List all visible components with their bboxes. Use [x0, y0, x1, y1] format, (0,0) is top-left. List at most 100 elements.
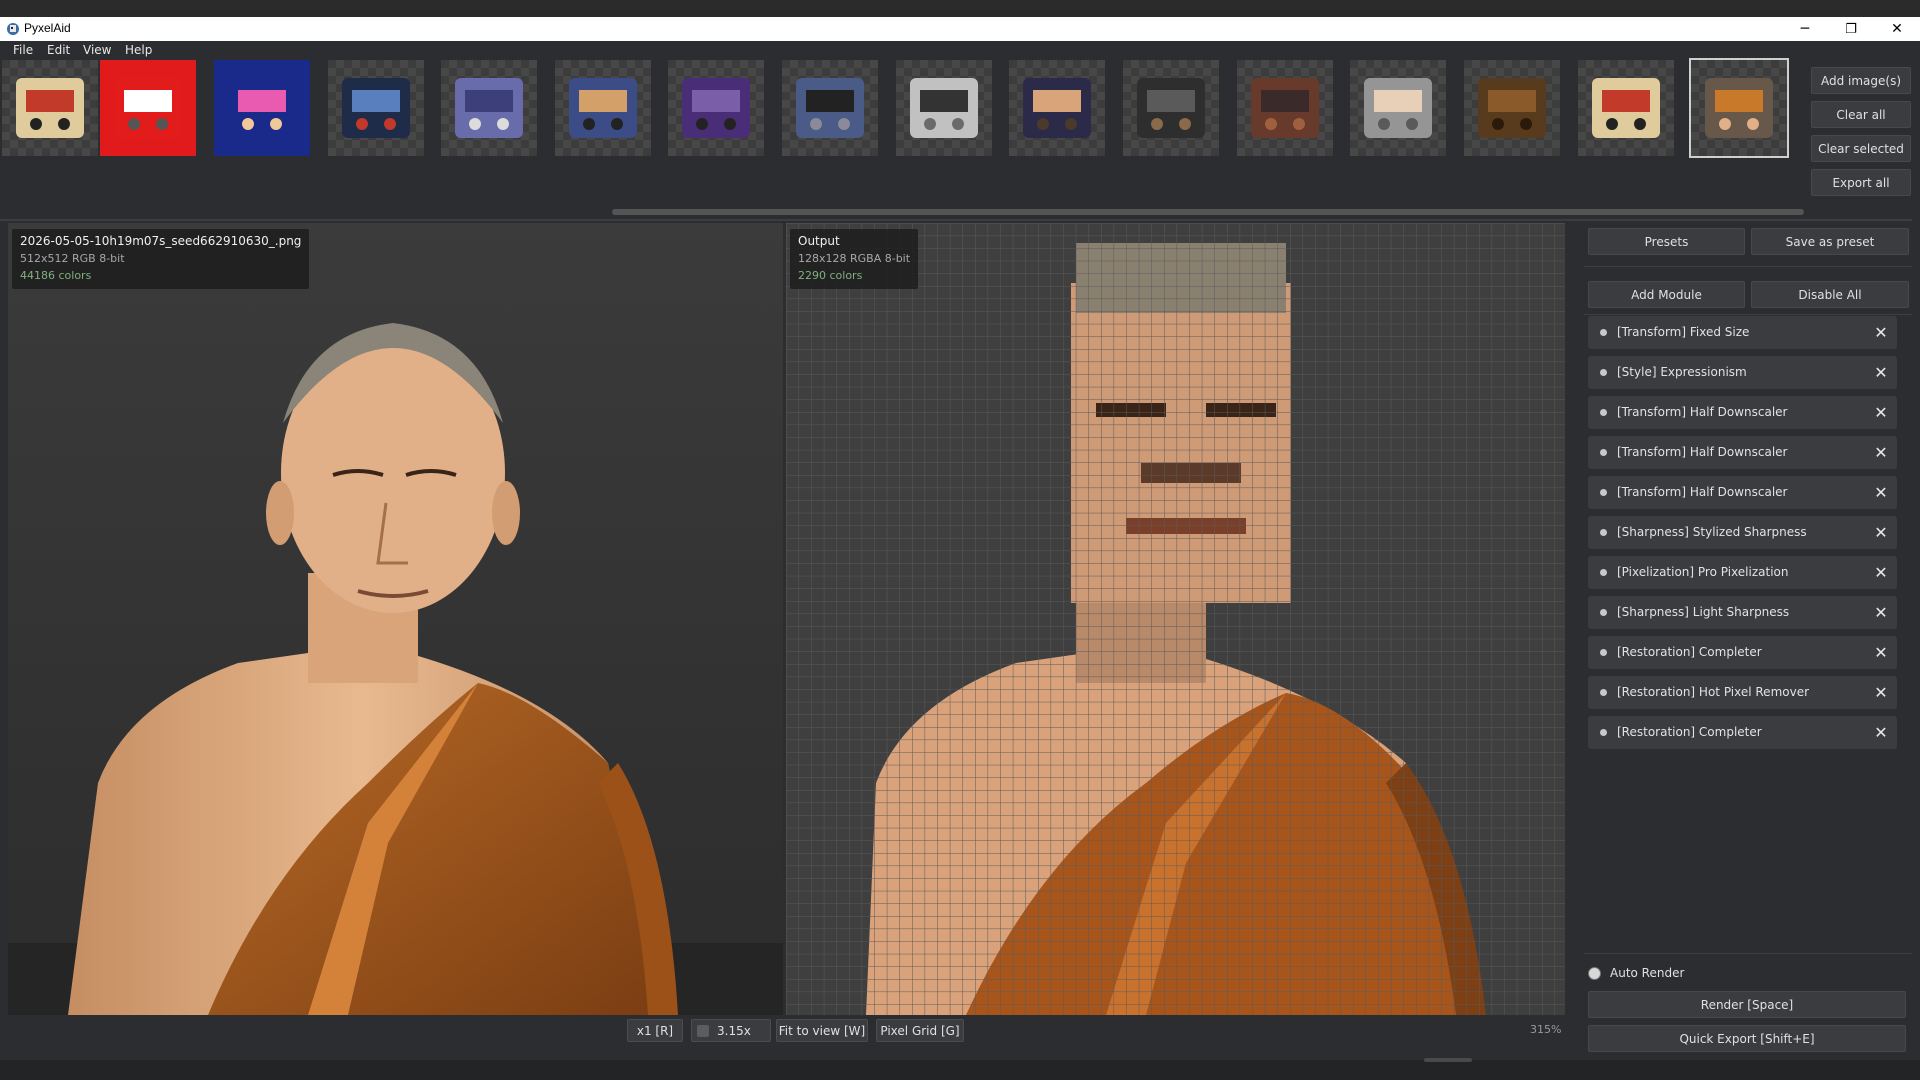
- thumbnail-art: [682, 78, 750, 138]
- fit-to-view-button[interactable]: Fit to view [W]: [776, 1019, 868, 1042]
- module-item[interactable]: [Restoration] Completer ✕: [1588, 636, 1897, 669]
- remove-module-icon[interactable]: ✕: [1871, 322, 1891, 342]
- thumbnail-art: [1705, 78, 1773, 138]
- module-enabled-dot-icon[interactable]: [1600, 489, 1607, 496]
- save-preset-button[interactable]: Save as preset: [1751, 228, 1909, 255]
- disable-all-button[interactable]: Disable All: [1751, 281, 1909, 308]
- thumbnail-storefront-building[interactable]: [1237, 60, 1333, 156]
- thumbnail-art: [16, 78, 84, 138]
- menu-edit[interactable]: Edit: [47, 43, 70, 57]
- input-view[interactable]: 2026-05-05-10h19m07s_seed662910630_.png …: [8, 223, 783, 1015]
- view-toolbar: x1 [R] 3.15x Fit to view [W] Pixel Grid …: [0, 1015, 1580, 1060]
- resize-grip[interactable]: [1424, 1058, 1472, 1062]
- minimize-button[interactable]: ─: [1782, 17, 1828, 41]
- thumbnail-motorcycle-rider[interactable]: [555, 60, 651, 156]
- menu-bar: File Edit View Help: [0, 41, 1920, 60]
- close-window-button[interactable]: ✕: [1874, 17, 1920, 41]
- thumbnail-old-man-portrait[interactable]: [1350, 60, 1446, 156]
- app-logo-icon: [7, 23, 19, 35]
- thumbnail-art: [1023, 78, 1091, 138]
- export-all-button[interactable]: Export all: [1811, 169, 1911, 196]
- thumbnail-art: [569, 78, 637, 138]
- module-item[interactable]: [Sharpness] Stylized Sharpness ✕: [1588, 516, 1897, 549]
- panel-divider: [1584, 953, 1912, 954]
- module-enabled-dot-icon[interactable]: [1600, 609, 1607, 616]
- thumbnail-monk-portrait[interactable]: [1689, 58, 1789, 158]
- module-item[interactable]: [Style] Expressionism ✕: [1588, 356, 1897, 389]
- thumbnail-bigfoot[interactable]: [1464, 60, 1560, 156]
- remove-module-icon[interactable]: ✕: [1871, 522, 1891, 542]
- output-info-overlay: Output 128x128 RGBA 8-bit 2290 colors: [790, 229, 919, 289]
- zoom-checkbox-icon[interactable]: [697, 1024, 709, 1037]
- restore-button[interactable]: ❐: [1828, 17, 1874, 41]
- remove-module-icon[interactable]: ✕: [1871, 642, 1891, 662]
- thumbnail-art: [1137, 78, 1205, 138]
- module-enabled-dot-icon[interactable]: [1600, 409, 1607, 416]
- zoom-field[interactable]: 3.15x: [691, 1019, 771, 1042]
- module-item[interactable]: [Transform] Half Downscaler ✕: [1588, 436, 1897, 469]
- module-item[interactable]: [Sharpness] Light Sharpness ✕: [1588, 596, 1897, 629]
- auto-render-toggle[interactable]: Auto Render: [1588, 964, 1684, 982]
- thumbnail-game-controllers[interactable]: [441, 60, 537, 156]
- remove-module-icon[interactable]: ✕: [1871, 362, 1891, 382]
- thumbnail-werewolf-creature[interactable]: [668, 60, 764, 156]
- module-label: [Pixelization] Pro Pixelization: [1617, 565, 1789, 579]
- thumbnail-long-hair-hero[interactable]: [1009, 60, 1105, 156]
- thumbnail-ninja-warrior[interactable]: [1123, 60, 1219, 156]
- thumbnail-mixtape-cassette[interactable]: [2, 60, 98, 156]
- scale-x1-button[interactable]: x1 [R]: [627, 1019, 683, 1042]
- menu-help[interactable]: Help: [125, 43, 152, 57]
- input-meta: 512x512 RGB 8-bit: [20, 252, 125, 265]
- thumbnail-art: [910, 78, 978, 138]
- auto-render-label: Auto Render: [1610, 966, 1685, 980]
- quick-export-button[interactable]: Quick Export [Shift+E]: [1588, 1025, 1906, 1052]
- module-item[interactable]: [Pixelization] Pro Pixelization ✕: [1588, 556, 1897, 589]
- module-label: [Restoration] Completer: [1617, 645, 1762, 659]
- clear-selected-button[interactable]: Clear selected: [1811, 135, 1911, 162]
- module-label: [Transform] Half Downscaler: [1617, 445, 1788, 459]
- window-title: PyxelAid: [24, 21, 71, 35]
- remove-module-icon[interactable]: ✕: [1871, 722, 1891, 742]
- remove-module-icon[interactable]: ✕: [1871, 402, 1891, 422]
- module-enabled-dot-icon[interactable]: [1600, 449, 1607, 456]
- module-enabled-dot-icon[interactable]: [1600, 329, 1607, 336]
- output-label: Output: [798, 234, 840, 248]
- module-enabled-dot-icon[interactable]: [1600, 369, 1607, 376]
- menu-view[interactable]: View: [83, 43, 111, 57]
- thumbnail-red-fallen-figure[interactable]: [100, 60, 196, 156]
- thumbnail-dance-poster[interactable]: [214, 60, 310, 156]
- remove-module-icon[interactable]: ✕: [1871, 682, 1891, 702]
- remove-module-icon[interactable]: ✕: [1871, 562, 1891, 582]
- module-enabled-dot-icon[interactable]: [1600, 649, 1607, 656]
- thumbnail-sports-car[interactable]: [782, 60, 878, 156]
- output-view[interactable]: Output 128x128 RGBA 8-bit 2290 colors: [786, 223, 1565, 1015]
- thumbnail-art: [455, 78, 523, 138]
- add-images-button[interactable]: Add image(s): [1811, 67, 1911, 94]
- pixel-grid-button[interactable]: Pixel Grid [G]: [876, 1019, 964, 1042]
- module-enabled-dot-icon[interactable]: [1600, 529, 1607, 536]
- remove-module-icon[interactable]: ✕: [1871, 602, 1891, 622]
- add-module-button[interactable]: Add Module: [1588, 281, 1745, 308]
- remove-module-icon[interactable]: ✕: [1871, 442, 1891, 462]
- thumbnail-boombox[interactable]: [896, 60, 992, 156]
- module-label: [Sharpness] Stylized Sharpness: [1617, 525, 1807, 539]
- module-item[interactable]: [Transform] Half Downscaler ✕: [1588, 476, 1897, 509]
- module-item[interactable]: [Transform] Half Downscaler ✕: [1588, 396, 1897, 429]
- module-label: [Restoration] Hot Pixel Remover: [1617, 685, 1810, 699]
- render-button[interactable]: Render [Space]: [1588, 991, 1906, 1018]
- module-enabled-dot-icon[interactable]: [1600, 729, 1607, 736]
- thumbnail-scrollbar[interactable]: [612, 209, 1804, 215]
- module-enabled-dot-icon[interactable]: [1600, 569, 1607, 576]
- thumbnail-mixtape-cassette-2[interactable]: [1578, 60, 1674, 156]
- module-item[interactable]: [Transform] Fixed Size ✕: [1588, 316, 1897, 349]
- auto-render-radio-icon[interactable]: [1588, 966, 1601, 980]
- clear-all-button[interactable]: Clear all: [1811, 101, 1911, 128]
- presets-button[interactable]: Presets: [1588, 228, 1745, 255]
- module-item[interactable]: [Restoration] Completer ✕: [1588, 716, 1897, 749]
- remove-module-icon[interactable]: ✕: [1871, 482, 1891, 502]
- menu-file[interactable]: File: [13, 43, 33, 57]
- zoom-percent-label: 315%: [1530, 1023, 1562, 1036]
- thumbnail-city-skyline-torii[interactable]: [328, 60, 424, 156]
- module-item[interactable]: [Restoration] Hot Pixel Remover ✕: [1588, 676, 1897, 709]
- module-enabled-dot-icon[interactable]: [1600, 689, 1607, 696]
